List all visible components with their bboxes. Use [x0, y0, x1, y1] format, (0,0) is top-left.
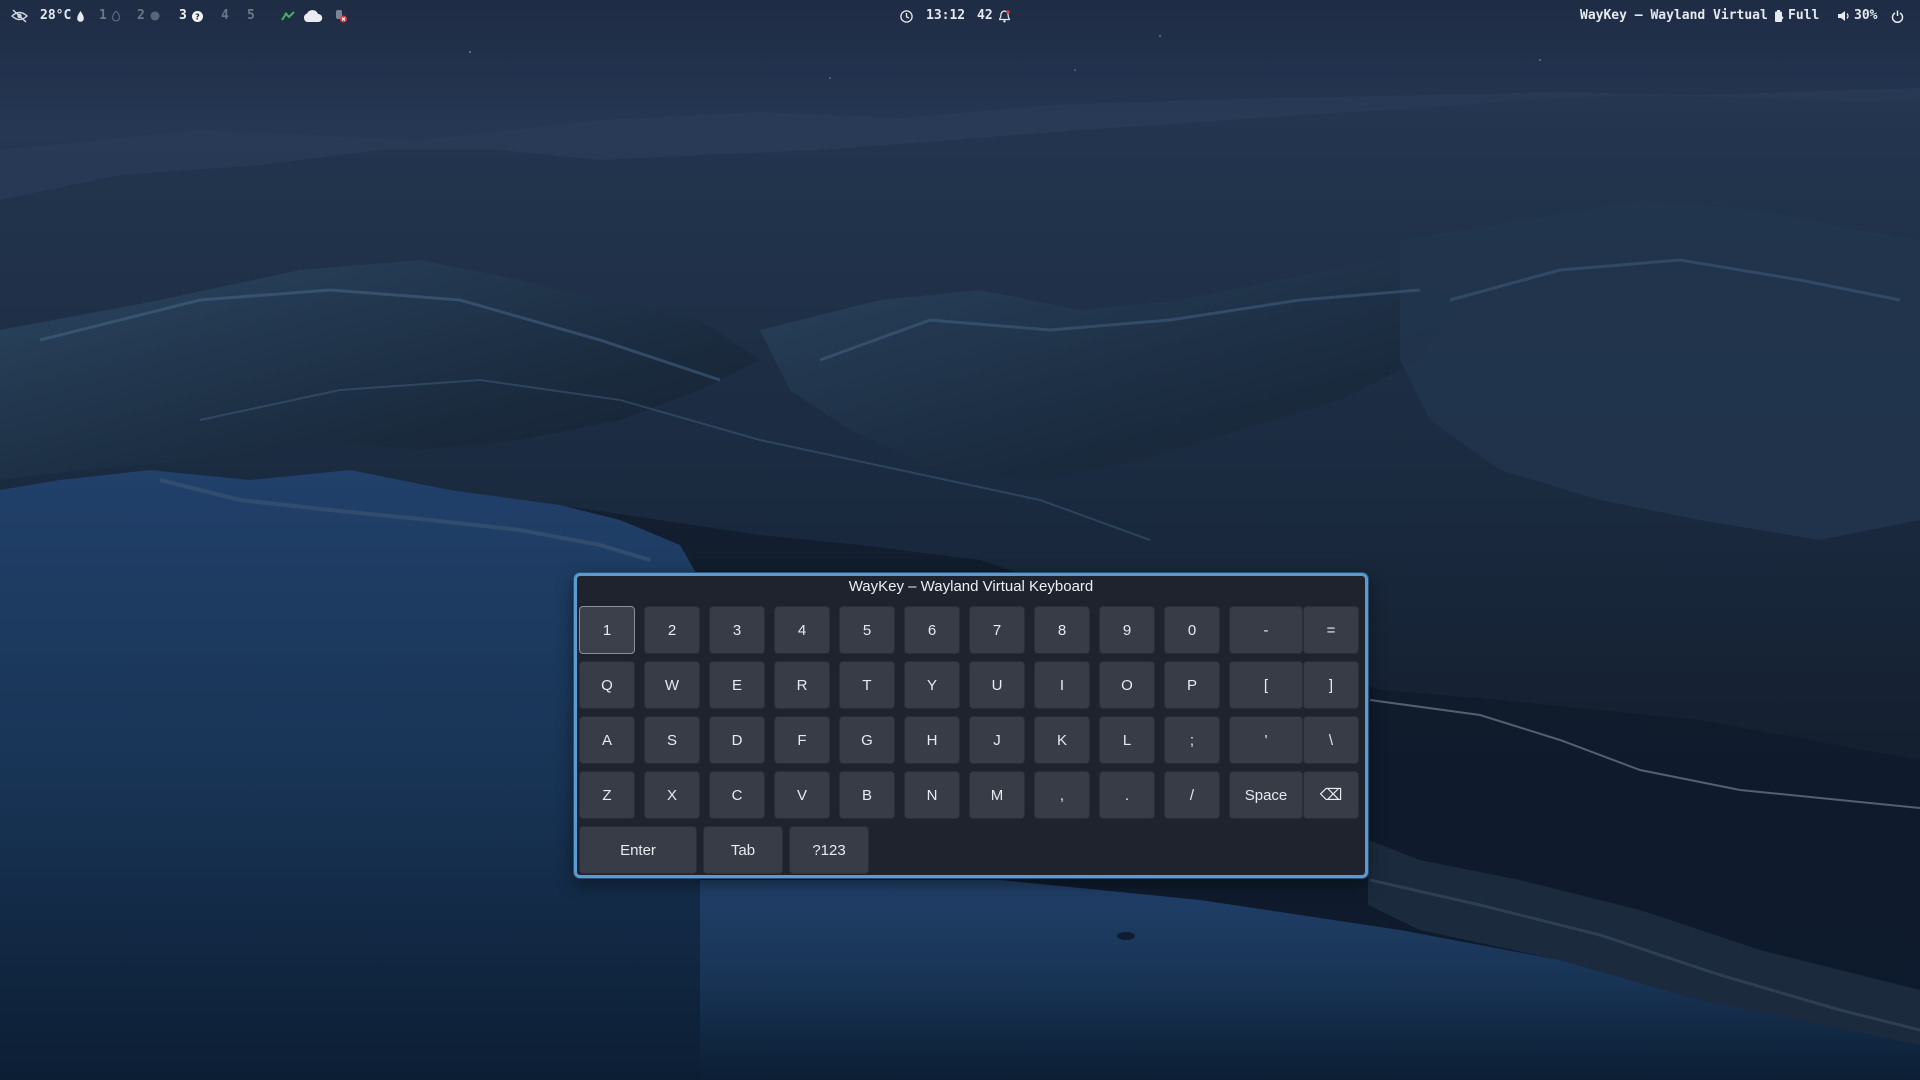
key-space[interactable]: Space: [1229, 771, 1303, 819]
clock-time: 13:12: [926, 8, 966, 23]
workspace-2[interactable]: 2: [137, 7, 160, 25]
droplet-icon: [77, 10, 85, 22]
key-minus[interactable]: -: [1229, 606, 1303, 654]
key-1[interactable]: 1: [579, 606, 635, 654]
bell-icon: [998, 9, 1010, 23]
svg-text:?: ?: [195, 12, 200, 21]
key-equals[interactable]: =: [1303, 606, 1359, 654]
key-7[interactable]: 7: [969, 606, 1025, 654]
key-symbols[interactable]: ?123: [789, 826, 869, 874]
key-5[interactable]: 5: [839, 606, 895, 654]
workspace-1[interactable]: 1: [99, 7, 120, 25]
notification-muted-icon[interactable]: [334, 7, 348, 25]
eye-slash-icon[interactable]: [11, 7, 28, 25]
key-x[interactable]: X: [644, 771, 700, 819]
temperature-value: 28°C: [40, 8, 72, 23]
key-t[interactable]: T: [839, 661, 895, 709]
power-icon[interactable]: [1891, 7, 1904, 25]
key-8[interactable]: 8: [1034, 606, 1090, 654]
key-d[interactable]: D: [709, 716, 765, 764]
key-m[interactable]: M: [969, 771, 1025, 819]
key-v[interactable]: V: [774, 771, 830, 819]
key-f[interactable]: F: [774, 716, 830, 764]
key-4[interactable]: 4: [774, 606, 830, 654]
key-backspace[interactable]: ⌫: [1303, 771, 1359, 819]
dot-icon: [150, 11, 160, 21]
workspace-label: 5: [247, 8, 255, 23]
key-q[interactable]: Q: [579, 661, 635, 709]
battery-icon: [1775, 10, 1782, 22]
battery-widget[interactable]: Full: [1775, 7, 1819, 25]
notification-center[interactable]: 42: [977, 7, 1010, 25]
key-tab[interactable]: Tab: [703, 826, 783, 874]
key-h[interactable]: H: [904, 716, 960, 764]
key-semicolon[interactable]: ;: [1164, 716, 1220, 764]
key-3[interactable]: 3: [709, 606, 765, 654]
key-p[interactable]: P: [1164, 661, 1220, 709]
notification-count: 42: [977, 8, 993, 23]
window-title-text: WayKey – Wayland Virtual …: [1580, 8, 1784, 23]
key-period[interactable]: .: [1099, 771, 1155, 819]
key-b[interactable]: B: [839, 771, 895, 819]
flame-icon: [111, 10, 120, 22]
key-0[interactable]: 0: [1164, 606, 1220, 654]
top-status-bar: 28°C 1 2 3 ? 4 5 13:12 42 WayKey – Wayla…: [0, 0, 1920, 32]
key-6[interactable]: 6: [904, 606, 960, 654]
clock[interactable]: 13:12: [926, 7, 965, 25]
key-r[interactable]: R: [774, 661, 830, 709]
key-o[interactable]: O: [1099, 661, 1155, 709]
key-w[interactable]: W: [644, 661, 700, 709]
key-y[interactable]: Y: [904, 661, 960, 709]
workspace-label: 1: [99, 8, 107, 23]
key-2[interactable]: 2: [644, 606, 700, 654]
workspace-5[interactable]: 5: [247, 7, 255, 25]
key-slash[interactable]: /: [1164, 771, 1220, 819]
clock-icon: [900, 7, 913, 25]
temperature-widget[interactable]: 28°C: [40, 7, 85, 25]
key-l[interactable]: L: [1099, 716, 1155, 764]
key-9[interactable]: 9: [1099, 606, 1155, 654]
key-a[interactable]: A: [579, 716, 635, 764]
desktop-wallpaper: [0, 0, 1920, 1080]
key-u[interactable]: U: [969, 661, 1025, 709]
volume-widget[interactable]: 30%: [1838, 7, 1877, 25]
key-n[interactable]: N: [904, 771, 960, 819]
key-right-bracket[interactable]: ]: [1303, 661, 1359, 709]
key-k[interactable]: K: [1034, 716, 1090, 764]
workspace-3[interactable]: 3 ?: [179, 7, 203, 25]
battery-status: Full: [1788, 8, 1820, 23]
wallpaper-landscape: [0, 35, 1920, 1080]
key-apostrophe[interactable]: ': [1229, 716, 1303, 764]
workspace-4[interactable]: 4: [221, 7, 229, 25]
key-left-bracket[interactable]: [: [1229, 661, 1303, 709]
volume-level: 30%: [1854, 8, 1878, 23]
key-g[interactable]: G: [839, 716, 895, 764]
key-i[interactable]: I: [1034, 661, 1090, 709]
window-title: WayKey – Wayland Virtual Keyboard: [848, 578, 1094, 595]
workspace-label: 4: [221, 8, 229, 23]
key-j[interactable]: J: [969, 716, 1025, 764]
key-backslash[interactable]: \: [1303, 716, 1359, 764]
workspace-label: 2: [137, 8, 145, 23]
key-enter[interactable]: Enter: [579, 826, 697, 874]
key-c[interactable]: C: [709, 771, 765, 819]
workspace-label: 3: [179, 8, 187, 23]
key-e[interactable]: E: [709, 661, 765, 709]
nm-applet-icon[interactable]: [281, 7, 295, 25]
key-z[interactable]: Z: [579, 771, 635, 819]
waykey-keyboard-window[interactable]: WayKey – Wayland Virtual Keyboard 123456…: [574, 573, 1368, 878]
volume-icon: [1838, 10, 1850, 22]
cloud-icon[interactable]: [302, 7, 323, 25]
key-s[interactable]: S: [644, 716, 700, 764]
key-comma[interactable]: ,: [1034, 771, 1090, 819]
help-circle-icon: ?: [191, 10, 203, 22]
active-window-title[interactable]: WayKey – Wayland Virtual …: [1580, 7, 1784, 25]
